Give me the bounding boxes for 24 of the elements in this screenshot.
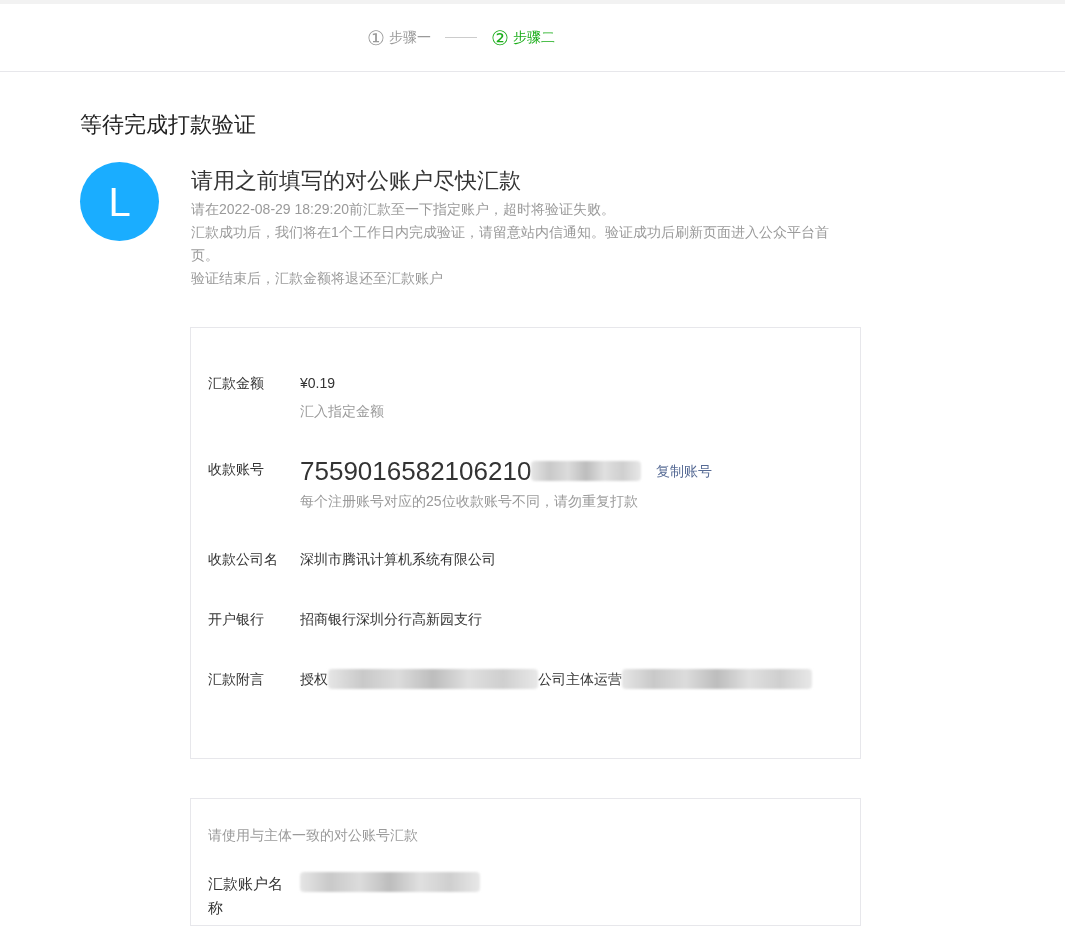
notice-heading: 请用之前填写的对公账户尽快汇款 xyxy=(191,167,522,195)
field-value: 招商银行深圳分行高新园支行 xyxy=(300,610,482,629)
remark-text: 公司主体运营 xyxy=(538,670,622,689)
avatar: L xyxy=(80,162,159,241)
field-label: 汇款金额 xyxy=(208,374,265,393)
notice-text: 请在2022-08-29 18:29:20前汇款至一下指定账户，超时将验证失败。 xyxy=(191,200,616,219)
section-note: 请使用与主体一致的对公账号汇款 xyxy=(208,826,419,845)
step-tab[interactable]: ① 步骤一 xyxy=(367,27,431,48)
field-label: 汇款附言 xyxy=(208,670,265,689)
remark-text: 授权 xyxy=(300,670,328,689)
field-hint: 每个注册账号对应的25位收款账号不同，请勿重复打款 xyxy=(300,492,638,511)
field-label: 收款账号 xyxy=(208,460,265,479)
page-title: 等待完成打款验证 xyxy=(80,111,257,139)
notice-text: 汇款成功后，我们将在1个工作日内完成验证，请留意站内信通知。验证成功后刷新页面进入公众平台首页。 xyxy=(191,223,830,265)
copy-account-link[interactable]: 复制账号 xyxy=(656,460,713,482)
field-label: 汇款账户名称 xyxy=(208,874,284,918)
account-number: 7559016582106210 xyxy=(300,455,532,488)
step-tab[interactable]: ② 步骤二 xyxy=(491,27,555,48)
field-label: 收款公司名 xyxy=(208,550,279,569)
field-label: 开户银行 xyxy=(208,610,265,629)
field-value: ¥0.19 xyxy=(300,374,336,393)
notice-text: 验证结束后，汇款金额将退还至汇款账户 xyxy=(191,269,444,288)
field-hint: 汇入指定金额 xyxy=(300,402,384,421)
field-value: 深圳市腾讯计算机系统有限公司 xyxy=(300,550,496,569)
